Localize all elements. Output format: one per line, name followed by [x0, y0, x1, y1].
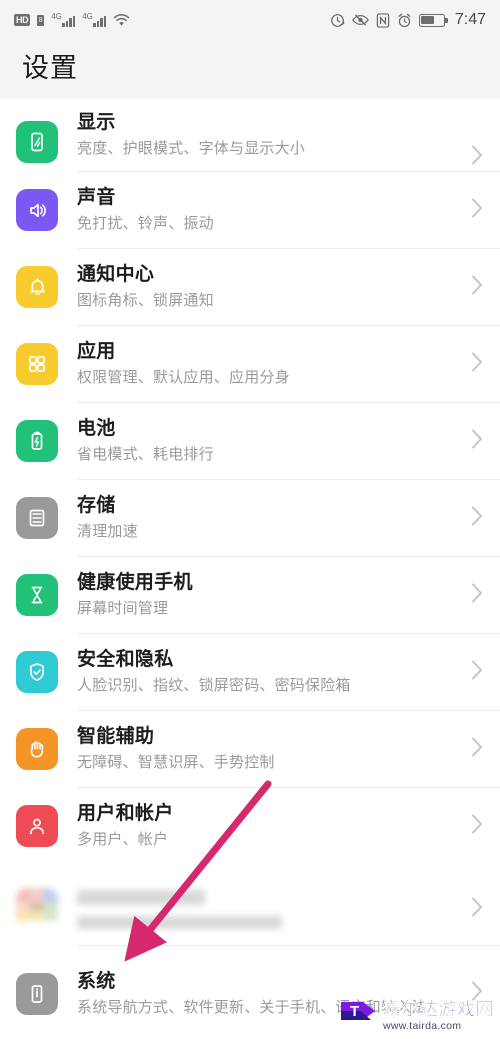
phone-screen: HD 8 4G 4G 7:47 设置 显示 亮度、护眼模式、字体与显示大小 声音…	[0, 0, 500, 1039]
row-subtitle: 省电模式、耗电排行	[77, 446, 214, 463]
settings-list[interactable]: 显示 亮度、护眼模式、字体与显示大小 声音 免打扰、铃声、振动 通知中心 图标角…	[0, 99, 500, 1039]
network-type-label-2: 4G	[82, 11, 93, 21]
status-bar-left: HD 8 4G 4G	[14, 11, 130, 27]
settings-row-text: 用户和帐户 多用户、帐户	[77, 790, 461, 862]
status-bar-right: 7:47	[330, 11, 486, 29]
row-title: 健康使用手机	[77, 572, 193, 593]
signal-4g-2-icon: 4G	[82, 11, 107, 27]
chevron-right-icon	[471, 505, 484, 532]
row-title: 存储	[77, 495, 116, 516]
system-info-icon	[16, 972, 58, 1015]
settings-row-security-privacy[interactable]: 安全和隐私 人脸识别、指纹、锁屏密码、密码保险箱	[0, 634, 500, 710]
nfc-icon	[376, 12, 390, 28]
wifi-icon	[113, 13, 130, 27]
chevron-right-icon	[471, 896, 484, 923]
row-subtitle	[77, 915, 282, 929]
settings-row-text: 智能辅助 无障碍、智慧识屏、手势控制	[77, 713, 461, 785]
clock-sync-icon	[330, 13, 345, 28]
row-title: 应用	[77, 341, 116, 362]
row-subtitle: 屏幕时间管理	[77, 600, 169, 617]
settings-row-text: 安全和隐私 人脸识别、指纹、锁屏密码、密码保险箱	[77, 636, 461, 708]
settings-row-notification-center[interactable]: 通知中心 图标角标、锁屏通知	[0, 249, 500, 325]
settings-row-smart-assistance[interactable]: 智能辅助 无障碍、智慧识屏、手势控制	[0, 711, 500, 787]
status-bar: HD 8 4G 4G 7:47	[0, 0, 500, 40]
row-title: 智能辅助	[77, 726, 155, 747]
battery-icon	[418, 13, 448, 27]
display-icon	[16, 121, 58, 163]
row-title: 通知中心	[77, 264, 155, 285]
settings-row-digital-balance[interactable]: 健康使用手机 屏幕时间管理	[0, 557, 500, 633]
user-account-icon	[16, 805, 58, 847]
settings-row-text: 通知中心 图标角标、锁屏通知	[77, 251, 461, 323]
settings-row-storage[interactable]: 存储 清理加速	[0, 480, 500, 556]
notification-bell-icon	[16, 266, 58, 308]
settings-row-display[interactable]: 显示 亮度、护眼模式、字体与显示大小	[0, 99, 500, 171]
settings-row-users-accounts[interactable]: 用户和帐户 多用户、帐户	[0, 788, 500, 864]
settings-row-text: 声音 免打扰、铃声、振动	[77, 174, 461, 246]
row-title: 显示	[77, 112, 116, 133]
hand-icon	[16, 728, 58, 770]
alarm-icon	[397, 13, 412, 28]
settings-row-text: 应用 权限管理、默认应用、应用分身	[77, 328, 461, 400]
row-title: 系统	[77, 970, 116, 992]
chevron-right-icon	[471, 582, 484, 609]
storage-icon	[16, 497, 58, 539]
signal-4g-1-icon: 4G	[51, 11, 76, 27]
row-title	[77, 889, 205, 905]
settings-row-text	[77, 879, 461, 940]
row-subtitle: 人脸识别、指纹、锁屏密码、密码保险箱	[77, 677, 351, 694]
svg-text:T: T	[350, 1003, 359, 1020]
chevron-right-icon	[471, 351, 484, 378]
chevron-right-icon	[471, 197, 484, 224]
chevron-right-icon	[471, 659, 484, 686]
row-subtitle: 亮度、护眼模式、字体与显示大小	[77, 140, 306, 157]
row-title: 声音	[77, 187, 116, 208]
settings-row-blurred[interactable]	[0, 873, 500, 945]
shield-check-icon	[16, 651, 58, 693]
battery-icon	[16, 420, 58, 462]
status-bar-clock: 7:47	[454, 11, 486, 28]
hourglass-icon	[16, 574, 58, 616]
settings-row-text: 健康使用手机 屏幕时间管理	[77, 559, 461, 631]
settings-row-apps[interactable]: 应用 权限管理、默认应用、应用分身	[0, 326, 500, 402]
page-title: 设置	[0, 40, 500, 99]
settings-row-text: 电池 省电模式、耗电排行	[77, 405, 461, 477]
watermark-text: 泰尔达游戏网 www.tairda.com	[383, 1000, 494, 1032]
chevron-right-icon	[471, 144, 484, 171]
settings-row-sound[interactable]: 声音 免打扰、铃声、振动	[0, 172, 500, 248]
settings-row-text: 存储 清理加速	[77, 482, 461, 554]
chevron-right-icon	[471, 813, 484, 840]
network-type-label-1: 4G	[51, 11, 62, 21]
sound-icon	[16, 189, 58, 231]
settings-row-battery[interactable]: 电池 省电模式、耗电排行	[0, 403, 500, 479]
watermark: T 泰尔达游戏网 www.tairda.com	[338, 999, 494, 1033]
row-title: 电池	[77, 418, 116, 439]
row-subtitle: 权限管理、默认应用、应用分身	[77, 369, 290, 386]
eye-comfort-icon	[352, 13, 369, 27]
row-subtitle: 图标角标、锁屏通知	[77, 292, 214, 309]
hd-icon: HD	[14, 14, 31, 26]
watermark-url: www.tairda.com	[383, 1020, 462, 1033]
sim-icon: 8	[37, 14, 45, 26]
settings-row-text: 显示 亮度、护眼模式、字体与显示大小	[77, 99, 461, 171]
chevron-right-icon	[471, 736, 484, 763]
row-subtitle: 多用户、帐户	[77, 831, 169, 848]
settings-group-1: 显示 亮度、护眼模式、字体与显示大小 声音 免打扰、铃声、振动 通知中心 图标角…	[0, 99, 500, 864]
chevron-right-icon	[471, 274, 484, 301]
row-subtitle: 免打扰、铃声、振动	[77, 215, 214, 232]
row-title: 安全和隐私	[77, 649, 174, 670]
chevron-right-icon	[471, 428, 484, 455]
watermark-site-name: 泰尔达游戏网	[383, 999, 494, 1020]
blurred-app-icon	[16, 888, 58, 930]
apps-grid-icon	[16, 343, 58, 385]
row-subtitle: 无障碍、智慧识屏、手势控制	[77, 754, 275, 771]
watermark-logo-icon: T	[338, 999, 378, 1033]
row-title: 用户和帐户	[77, 803, 174, 824]
row-subtitle: 清理加速	[77, 523, 138, 540]
